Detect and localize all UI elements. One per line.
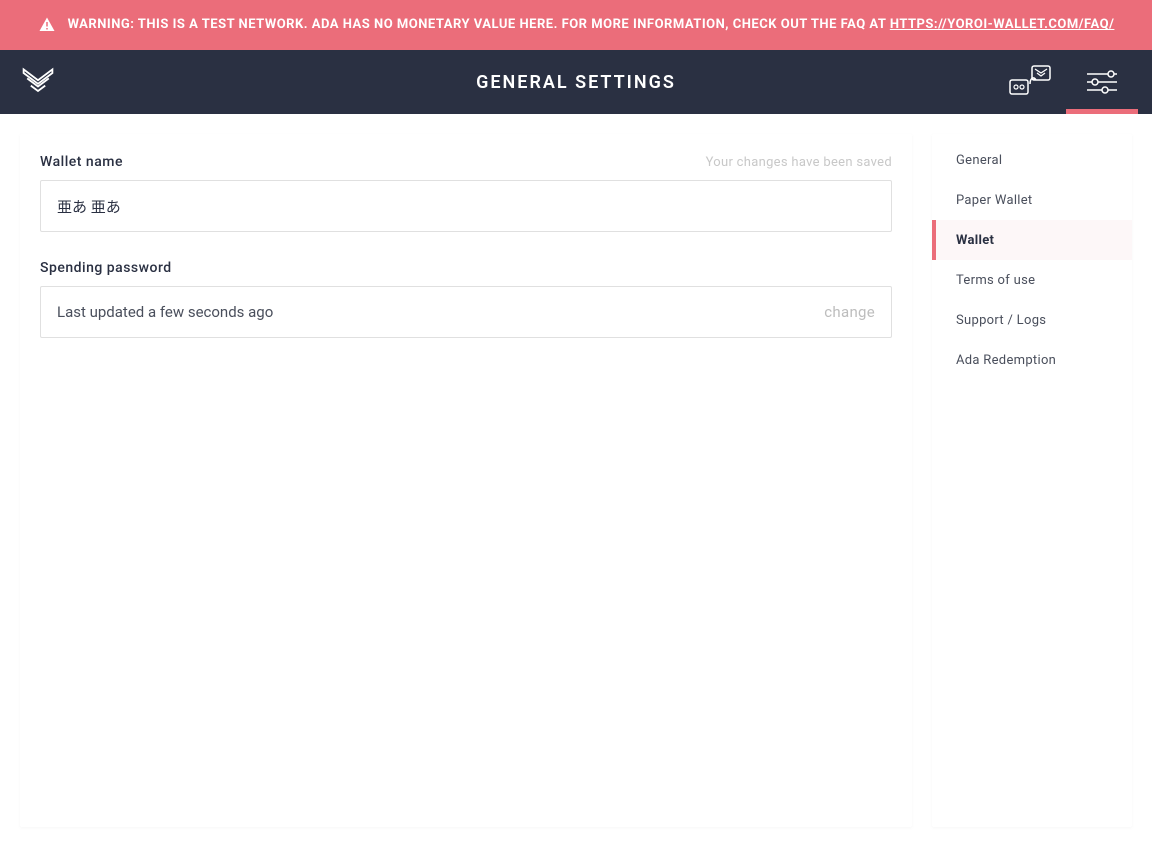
sidebar-item-label: Support / Logs xyxy=(956,313,1046,328)
sidebar-item-paper-wallet[interactable]: Paper Wallet xyxy=(932,180,1132,220)
header-actions xyxy=(994,50,1138,114)
wallet-name-group: Wallet name Your changes have been saved xyxy=(40,154,892,232)
app-header: GENERAL SETTINGS xyxy=(0,50,1152,114)
yoroi-logo-icon[interactable] xyxy=(20,64,56,100)
test-network-warning-banner: WARNING: THIS IS A TEST NETWORK. ADA HAS… xyxy=(0,0,1152,50)
sidebar-item-label: Wallet xyxy=(956,233,994,248)
spending-password-label: Spending password xyxy=(40,260,172,276)
sidebar-item-wallet[interactable]: Wallet xyxy=(932,220,1132,260)
settings-main-panel: Wallet name Your changes have been saved… xyxy=(20,134,912,827)
warning-faq-link[interactable]: HTTPS://YOROI-WALLET.COM/FAQ/ xyxy=(890,17,1115,32)
settings-nav-button[interactable] xyxy=(1066,50,1138,114)
sidebar-item-support-logs[interactable]: Support / Logs xyxy=(932,300,1132,340)
wallet-name-input[interactable] xyxy=(40,180,892,232)
settings-side-menu: General Paper Wallet Wallet Terms of use… xyxy=(932,134,1132,827)
sidebar-item-general[interactable]: General xyxy=(932,140,1132,180)
page-title: GENERAL SETTINGS xyxy=(0,72,1152,93)
sidebar-item-label: Terms of use xyxy=(956,273,1035,288)
warning-prefix: WARNING: THIS IS A TEST NETWORK. ADA HAS… xyxy=(68,17,890,32)
spending-password-group: Spending password Last updated a few sec… xyxy=(40,260,892,338)
spending-password-box: Last updated a few seconds ago change xyxy=(40,286,892,338)
sidebar-item-label: General xyxy=(956,153,1002,168)
wallets-nav-button[interactable] xyxy=(994,50,1066,114)
sidebar-item-label: Paper Wallet xyxy=(956,193,1033,208)
saved-status-text: Your changes have been saved xyxy=(706,155,892,170)
warning-icon xyxy=(38,16,56,34)
wallets-icon xyxy=(1008,62,1052,102)
settings-sliders-icon xyxy=(1085,70,1119,94)
sidebar-item-label: Ada Redemption xyxy=(956,353,1056,368)
warning-text: WARNING: THIS IS A TEST NETWORK. ADA HAS… xyxy=(68,15,1115,35)
sidebar-item-ada-redemption[interactable]: Ada Redemption xyxy=(932,340,1132,380)
sidebar-item-terms-of-use[interactable]: Terms of use xyxy=(932,260,1132,300)
spending-password-status: Last updated a few seconds ago xyxy=(57,303,273,321)
wallet-name-label: Wallet name xyxy=(40,154,123,170)
change-password-link[interactable]: change xyxy=(824,303,875,321)
content-body: Wallet name Your changes have been saved… xyxy=(0,114,1152,847)
